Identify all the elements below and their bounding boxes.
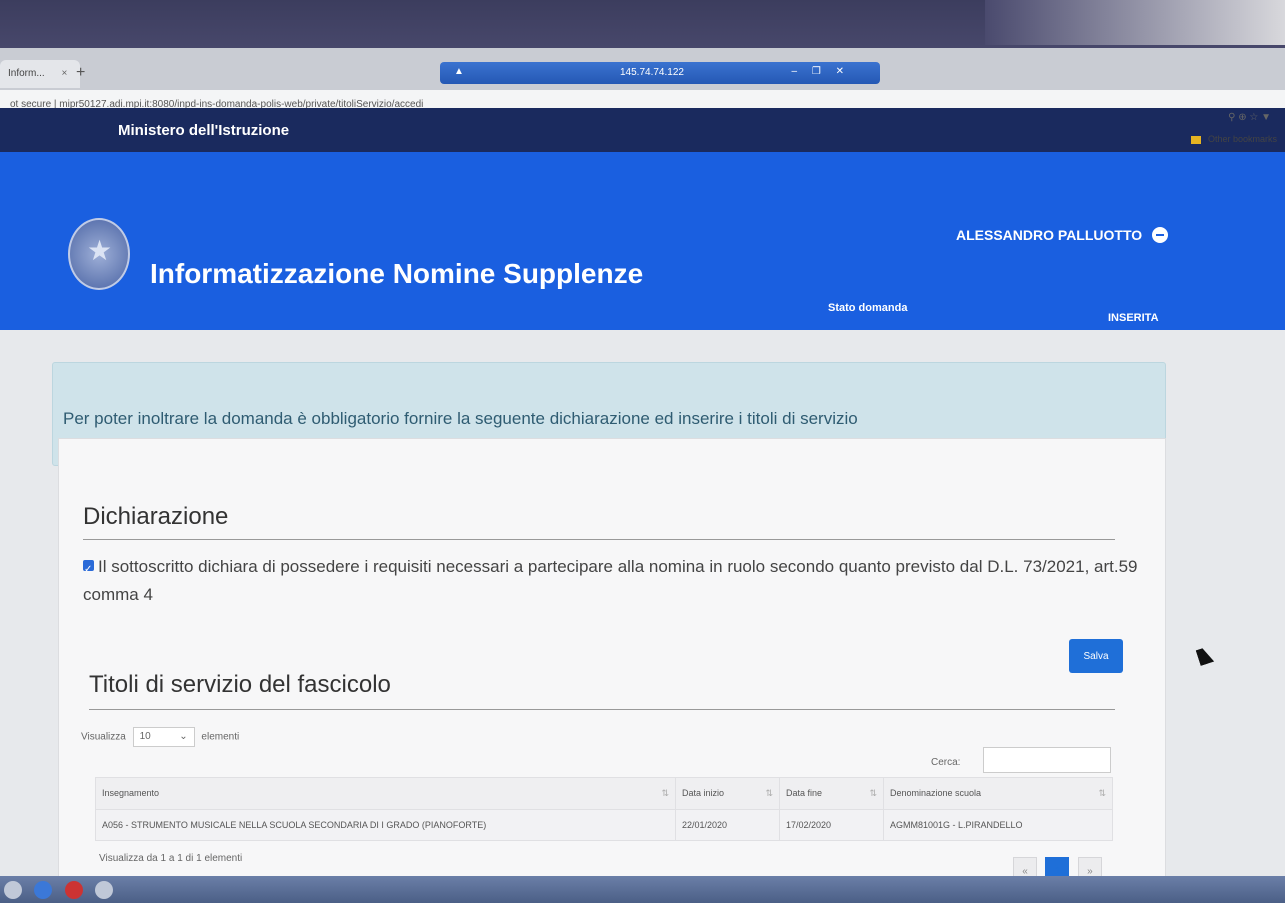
declaration-title: Dichiarazione bbox=[83, 503, 229, 530]
column-header-insegnamento[interactable]: Insegnamento ⇅ bbox=[95, 777, 676, 810]
form-panel: Dichiarazione Il sottoscritto dichiara d… bbox=[58, 438, 1166, 903]
explorer-icon[interactable] bbox=[34, 881, 53, 899]
pin-icon[interactable]: ▲ bbox=[454, 66, 464, 77]
cell-denominazione-scuola: AGMM81001G - L.PIRANDELLO bbox=[883, 809, 1113, 841]
ministry-title: Ministero dell'Istruzione bbox=[118, 122, 290, 139]
app-header: Informatizzazione Nomine Supplenze ALESS… bbox=[0, 152, 1285, 330]
cell-insegnamento: A056 - STRUMENTO MUSICALE NELLA SCUOLA S… bbox=[95, 809, 676, 841]
page-size-value: 10 bbox=[139, 731, 151, 742]
app-icon[interactable] bbox=[64, 881, 83, 899]
tab-close-icon[interactable]: × bbox=[61, 68, 67, 79]
column-header-denominazione-scuola[interactable]: Denominazione scuola ⇅ bbox=[883, 777, 1113, 810]
other-bookmarks-label: Other bookmarks bbox=[1207, 134, 1277, 144]
taskbar bbox=[0, 876, 1285, 903]
tab-strip: Inform... × + ▲ 145.74.74.122 – ❐ ✕ bbox=[0, 48, 1285, 90]
app-icon[interactable] bbox=[95, 881, 114, 899]
search-label: Cerca: bbox=[931, 757, 961, 768]
tab-title: Inform... bbox=[8, 68, 45, 79]
service-titles-table: Insegnamento ⇅ Data inizio ⇅ Data fine ⇅ De… bbox=[95, 777, 1113, 841]
start-icon[interactable] bbox=[4, 881, 22, 899]
status-value: INSERITA bbox=[1108, 312, 1159, 324]
other-bookmarks[interactable]: Other bookmarks bbox=[1191, 134, 1277, 144]
declaration-text: Il sottoscritto dichiara di possedere i … bbox=[83, 557, 1138, 604]
table-row: A056 - STRUMENTO MUSICALE NELLA SCUOLA S… bbox=[95, 809, 1113, 841]
save-button[interactable]: Salva bbox=[1069, 639, 1123, 673]
chevron-down-icon: ⌄ bbox=[179, 731, 188, 742]
sort-icon: ⇅ bbox=[765, 788, 773, 798]
user-menu[interactable]: ALESSANDRO PALLUOTTO bbox=[956, 227, 1169, 243]
sort-icon: ⇅ bbox=[661, 788, 669, 798]
user-icon[interactable] bbox=[1152, 227, 1169, 243]
page-size-prefix: Visualizza bbox=[81, 731, 126, 743]
main-content: Per poter inoltrare la domanda è obbliga… bbox=[0, 330, 1285, 903]
declaration-checkbox[interactable] bbox=[83, 556, 94, 584]
sort-icon: ⇅ bbox=[869, 788, 877, 798]
new-tab-button[interactable]: + bbox=[76, 64, 85, 82]
browser-tab[interactable]: Inform... × bbox=[0, 60, 80, 88]
divider bbox=[89, 709, 1115, 710]
app-title: Informatizzazione Nomine Supplenze bbox=[150, 258, 644, 289]
status-label: Stato domanda bbox=[828, 302, 908, 314]
remote-ip: 145.74.74.122 bbox=[620, 67, 684, 78]
sort-icon: ⇅ bbox=[1098, 788, 1106, 798]
divider bbox=[83, 539, 1115, 540]
republic-emblem-icon bbox=[68, 218, 130, 290]
photo-background-right bbox=[985, 0, 1285, 45]
alert-text: Per poter inoltrare la domanda è obbliga… bbox=[63, 409, 858, 428]
declaration-text-block: Il sottoscritto dichiara di possedere i … bbox=[83, 553, 1143, 609]
column-header-data-fine[interactable]: Data fine ⇅ bbox=[779, 777, 884, 810]
remote-window-controls[interactable]: – ❐ ✕ bbox=[792, 66, 850, 77]
folder-icon bbox=[1191, 135, 1202, 144]
search-input[interactable] bbox=[983, 747, 1111, 773]
page-size-control: Visualizza 10 ⌄ elementi bbox=[81, 727, 239, 747]
remote-connection-bar: ▲ 145.74.74.122 – ❐ ✕ bbox=[440, 62, 880, 84]
table-header-row: Insegnamento ⇅ Data inizio ⇅ Data fine ⇅ De… bbox=[95, 777, 1113, 810]
table-info: Visualizza da 1 a 1 di 1 elementi bbox=[99, 853, 243, 864]
column-header-data-inizio[interactable]: Data inizio ⇅ bbox=[675, 777, 780, 810]
user-name: ALESSANDRO PALLUOTTO bbox=[956, 227, 1143, 243]
service-titles-title: Titoli di servizio del fascicolo bbox=[89, 671, 391, 698]
cell-data-inizio: 22/01/2020 bbox=[675, 809, 780, 841]
page-size-select[interactable]: 10 ⌄ bbox=[132, 727, 195, 747]
page-size-suffix: elementi bbox=[201, 731, 240, 743]
ministry-bar: Ministero dell'Istruzione Other bookmark… bbox=[0, 108, 1285, 152]
cell-data-fine: 17/02/2020 bbox=[779, 809, 884, 841]
browser-actions[interactable]: ⚲ ⊕ ☆ ▼ bbox=[1228, 112, 1271, 123]
